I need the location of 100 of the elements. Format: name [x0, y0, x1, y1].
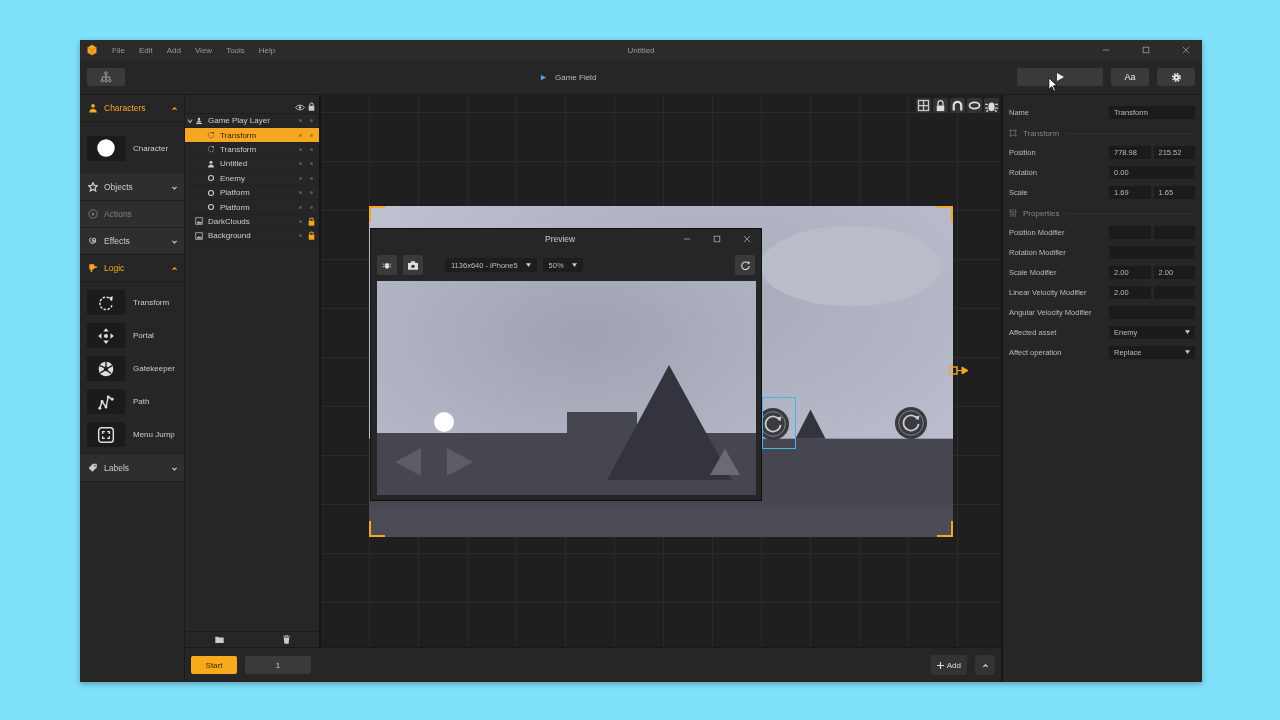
- category-label: Labels: [104, 463, 130, 473]
- portal-icon: [97, 326, 115, 345]
- sliders-icon: [1009, 209, 1017, 217]
- step-field[interactable]: 1: [245, 656, 311, 674]
- asset-label: Menu Jump: [133, 430, 175, 439]
- lock-dot[interactable]: [310, 176, 313, 180]
- visibility-dot[interactable]: [299, 219, 302, 223]
- bug-icon[interactable]: [984, 98, 999, 113]
- link-icon[interactable]: [967, 98, 982, 113]
- asset-tile[interactable]: [87, 422, 125, 447]
- close-icon[interactable]: [1182, 46, 1190, 54]
- settings-button[interactable]: [1157, 68, 1195, 86]
- resize-handle-icon[interactable]: [949, 366, 971, 376]
- visibility-dot[interactable]: [299, 147, 302, 151]
- caret-icon: [1185, 350, 1190, 354]
- lock-icon[interactable]: [308, 102, 315, 111]
- visibility-dot[interactable]: [299, 191, 302, 195]
- hierarchy-icon: [100, 71, 112, 83]
- layer-name: Background: [208, 231, 252, 241]
- layer-name: Game Play Layer: [208, 116, 271, 126]
- spiral-icon: [88, 236, 98, 246]
- layer-name: Enemy: [220, 173, 246, 183]
- play-button[interactable]: [1017, 68, 1103, 86]
- lock-icon[interactable]: [933, 98, 948, 113]
- layer-row[interactable]: Transform: [185, 142, 319, 158]
- menu-item[interactable]: Help: [258, 45, 276, 55]
- category-label: Characters: [104, 103, 146, 113]
- menu-item[interactable]: File: [112, 45, 125, 55]
- grid-icon[interactable]: [916, 98, 931, 113]
- lock-dot[interactable]: [310, 133, 313, 137]
- asset-label: Transform: [133, 298, 170, 307]
- circle-icon: [96, 138, 116, 158]
- layer-row[interactable]: Enemy: [185, 171, 319, 186]
- cube-logo-icon: [86, 44, 98, 56]
- menu-item[interactable]: Edit: [138, 45, 153, 55]
- aperture-icon: [97, 359, 115, 378]
- image-icon: [195, 231, 203, 240]
- visibility-dot[interactable]: [299, 162, 302, 166]
- chevron-up-icon: [171, 264, 178, 272]
- mouse-cursor-icon: [1048, 77, 1058, 92]
- category-header[interactable]: Labels: [80, 455, 184, 482]
- lock-dot[interactable]: [310, 147, 313, 151]
- lock-icon[interactable]: [308, 231, 315, 241]
- breadcrumb[interactable]: Game Field: [555, 72, 597, 82]
- lock-icon[interactable]: [308, 216, 315, 226]
- visibility-dot[interactable]: [299, 119, 302, 123]
- asset-tile[interactable]: [87, 389, 125, 414]
- layer-name: Transform: [220, 130, 258, 140]
- lock-dot[interactable]: [310, 191, 313, 195]
- asset-tile[interactable]: [87, 290, 125, 315]
- category-header[interactable]: Effects: [80, 228, 184, 255]
- window-title: Untitled: [626, 45, 656, 55]
- visibility-dot[interactable]: [299, 176, 302, 180]
- text-button[interactable]: Aa: [1111, 68, 1149, 86]
- star-icon: [88, 182, 98, 192]
- asset-tile[interactable]: [87, 135, 125, 161]
- visibility-dot[interactable]: [299, 205, 302, 209]
- menu-item[interactable]: View: [194, 45, 213, 55]
- circular-arrow-icon: [97, 293, 115, 312]
- hierarchy-button[interactable]: [87, 68, 125, 86]
- asset-tile[interactable]: [87, 323, 125, 348]
- caret-icon: [1185, 330, 1190, 334]
- frame-icon: [97, 425, 115, 444]
- lock-dot[interactable]: [310, 162, 313, 166]
- visibility-dot[interactable]: [299, 133, 302, 137]
- layer-row[interactable]: Platform: [185, 185, 319, 201]
- start-button[interactable]: Start: [191, 656, 237, 674]
- asset-label: Portal: [133, 331, 154, 340]
- eye-icon[interactable]: [295, 104, 305, 111]
- layer-row[interactable]: DarkClouds: [185, 214, 319, 230]
- asset-label: Character: [133, 143, 169, 153]
- lock-dot[interactable]: [310, 119, 313, 123]
- settings-icon: [1170, 71, 1182, 83]
- category-header[interactable]: Objects: [80, 174, 184, 201]
- asset-label: Path: [133, 397, 150, 406]
- menu-item[interactable]: Add: [166, 45, 181, 55]
- add-button[interactable]: Add: [930, 655, 967, 675]
- layer-row[interactable]: Background: [185, 229, 319, 244]
- folder-icon[interactable]: [214, 636, 224, 643]
- category-label: Actions: [104, 209, 132, 219]
- menu-item[interactable]: Tools: [226, 45, 245, 55]
- layer-row[interactable]: Untitled: [185, 157, 319, 172]
- plus-icon: [936, 661, 944, 669]
- trash-icon[interactable]: [282, 635, 290, 644]
- magnet-icon[interactable]: [950, 98, 965, 113]
- chevron-up-icon: [981, 661, 989, 669]
- play-icon: [1056, 73, 1064, 81]
- visibility-dot[interactable]: [299, 234, 302, 238]
- layer-name: Platform: [220, 202, 251, 212]
- layer-row[interactable]: Transform: [185, 128, 319, 143]
- asset-label: Gatekeeper: [133, 364, 175, 373]
- maximize-icon[interactable]: [1142, 46, 1150, 54]
- layer-name: Transform: [220, 144, 258, 154]
- chevron-up-icon: [171, 104, 178, 112]
- asset-tile[interactable]: [87, 356, 125, 381]
- category-label: Effects: [104, 236, 130, 246]
- lock-dot[interactable]: [310, 205, 313, 209]
- layer-row[interactable]: Platform: [185, 200, 319, 215]
- person-icon: [207, 159, 215, 168]
- tag-icon: [88, 463, 98, 473]
